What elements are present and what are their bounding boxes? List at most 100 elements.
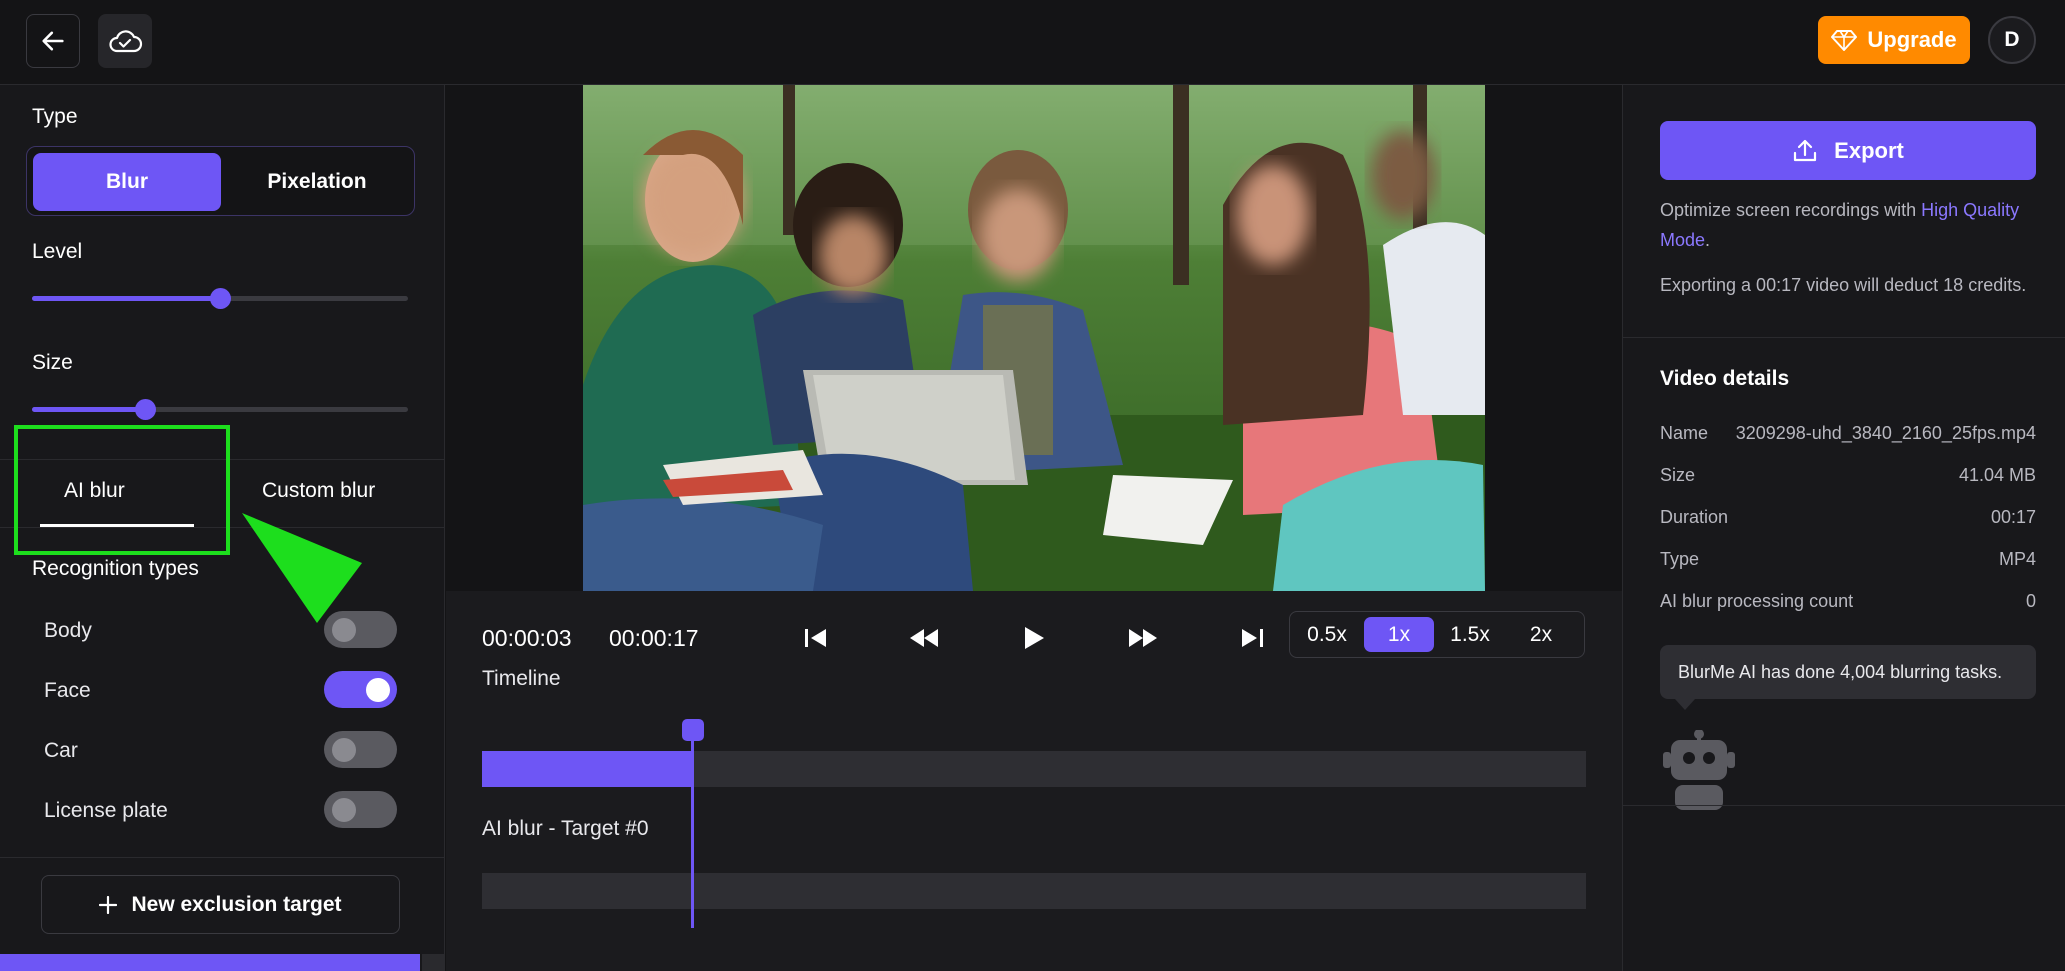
robot-icon (1663, 730, 1735, 810)
skip-to-end-button[interactable] (1231, 617, 1273, 659)
play-button[interactable] (1013, 617, 1055, 659)
speed-option-1-5x[interactable]: 1.5x (1435, 617, 1505, 652)
toggle-knob (332, 618, 356, 642)
panel-divider (1623, 337, 2065, 338)
top-bar: Upgrade D (0, 0, 2065, 85)
skip-start-icon (805, 629, 826, 647)
timeline-heading: Timeline (482, 667, 561, 690)
avatar[interactable]: D (1988, 16, 2036, 64)
detail-key: Name (1660, 423, 1709, 443)
speed-option-2x[interactable]: 2x (1506, 617, 1576, 652)
annotation-arrow-icon (242, 513, 362, 623)
playback-speed-selector: 0.5x 1x 1.5x 2x (1289, 611, 1585, 658)
video-details-heading: Video details (1660, 367, 1790, 390)
upload-icon (1794, 139, 1817, 161)
detail-value: 00:17 (1990, 507, 2036, 527)
recognition-label: Car (44, 739, 78, 762)
type-option-blur[interactable]: Blur (33, 153, 221, 211)
skip-end-icon (1242, 629, 1263, 647)
panel-divider-bottom (1623, 805, 2065, 806)
scroll-arrows-icon[interactable] (422, 954, 444, 971)
optimize-suffix: . (1705, 230, 1711, 250)
recognition-types-heading: Recognition types (32, 557, 199, 580)
player-controls: 00:00:03 00:00:17 0.5x 1x 1.5x 2x Timeli… (446, 591, 1622, 971)
blurme-ai-tooltip: BlurMe AI has done 4,004 blurring tasks. (1660, 645, 2036, 699)
rewind-button[interactable] (903, 617, 945, 659)
car-toggle[interactable] (324, 731, 397, 768)
level-slider-thumb[interactable] (210, 288, 231, 309)
detail-value: 41.04 MB (1958, 465, 2036, 485)
total-time: 00:00:17 (609, 625, 699, 651)
body-toggle[interactable] (324, 611, 397, 648)
detail-key: Type (1660, 549, 1700, 569)
level-heading: Level (32, 240, 83, 263)
fast-forward-button[interactable] (1122, 617, 1164, 659)
detail-value: 0 (2025, 591, 2036, 611)
export-button[interactable]: Export (1660, 121, 2036, 180)
size-slider-thumb[interactable] (135, 399, 156, 420)
toggle-knob (332, 798, 356, 822)
footer-divider (0, 857, 444, 858)
tab-custom-blur[interactable]: Custom blur (262, 479, 375, 503)
recognition-row-license-plate: License plate (44, 791, 404, 831)
size-heading: Size (32, 351, 73, 374)
credits-notice: Exporting a 00:17 video will deduct 18 c… (1660, 275, 2027, 295)
upgrade-label: Upgrade (1867, 27, 1957, 52)
type-option-pixelation[interactable]: Pixelation (223, 153, 411, 211)
optimize-text: Optimize screen recordings with (1660, 200, 1922, 220)
upgrade-button[interactable]: Upgrade (1818, 16, 1970, 64)
rewind-icon (910, 629, 938, 647)
detail-key: AI blur processing count (1660, 591, 1854, 611)
level-slider-fill (32, 296, 220, 301)
export-label: Export (1834, 137, 1904, 163)
diamond-icon (1831, 30, 1858, 51)
export-panel: Export Optimize screen recordings with H… (1622, 85, 2065, 971)
recognition-label: License plate (44, 799, 168, 822)
play-icon (1025, 627, 1044, 649)
detail-value: 3209298-uhd_3840_2160_25fps.mp4 (1735, 423, 2036, 443)
detail-key: Size (1660, 465, 1696, 485)
skip-to-start-button[interactable] (795, 617, 837, 659)
speed-option-0-5x[interactable]: 0.5x (1292, 617, 1362, 652)
detail-key: Duration (1660, 507, 1729, 527)
avatar-initial: D (2004, 28, 2020, 51)
playhead-handle[interactable] (682, 719, 704, 741)
size-slider-fill (32, 407, 145, 412)
timeline-progress (482, 751, 692, 787)
recognition-row-body: Body (44, 611, 404, 651)
license-plate-toggle[interactable] (324, 791, 397, 828)
horizontal-scrollbar[interactable] (0, 954, 420, 971)
ai-blur-target-label: AI blur - Target #0 (482, 817, 649, 840)
arrow-left-icon (42, 31, 64, 51)
tooltip-text: BlurMe AI has done 4,004 blurring tasks. (1678, 661, 2003, 682)
video-preview[interactable] (583, 85, 1485, 591)
toggle-knob (332, 738, 356, 762)
editor-center: 00:00:03 00:00:17 0.5x 1x 1.5x 2x Timeli… (446, 85, 1622, 971)
tooltip-tail (1675, 699, 1695, 710)
detail-value: MP4 (1998, 549, 2036, 569)
recognition-label: Face (44, 679, 91, 702)
speed-option-1x[interactable]: 1x (1364, 617, 1434, 652)
new-exclusion-label: New exclusion target (131, 892, 342, 916)
size-slider[interactable] (32, 399, 408, 420)
video-frame-image (583, 85, 1485, 591)
ai-blur-target-track[interactable] (482, 873, 1586, 909)
back-button[interactable] (26, 14, 80, 68)
recognition-row-car: Car (44, 731, 404, 771)
toggle-knob (366, 678, 390, 702)
type-segmented-control: Blur Pixelation (26, 146, 415, 216)
level-slider[interactable] (32, 288, 408, 309)
new-exclusion-target-button[interactable]: New exclusion target (41, 875, 400, 934)
fast-forward-icon (1129, 629, 1157, 647)
plus-icon (99, 895, 118, 914)
playhead-line (691, 727, 694, 928)
recognition-label: Body (44, 619, 92, 642)
highlight-annotation-box (14, 425, 230, 555)
type-heading: Type (32, 105, 78, 128)
current-time: 00:00:03 (482, 625, 572, 651)
timeline-track[interactable] (482, 751, 1586, 787)
recognition-row-face: Face (44, 671, 404, 711)
cloud-save-button[interactable] (98, 14, 152, 68)
face-toggle[interactable] (324, 671, 397, 708)
blur-settings-panel: Type Blur Pixelation Level Size AI blur … (0, 85, 445, 971)
